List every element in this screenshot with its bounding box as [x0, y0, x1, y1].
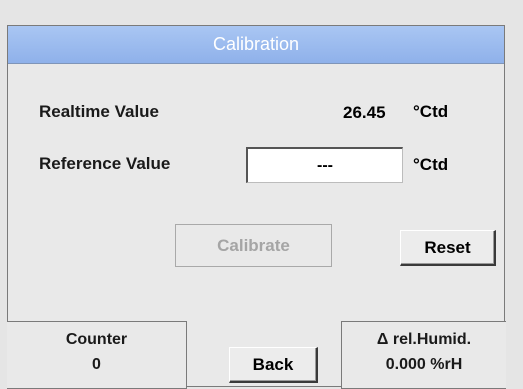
reference-value-label: Reference Value: [39, 154, 171, 173]
counter-box: Counter 0: [7, 321, 187, 389]
humidity-value: 0.000 %rH: [385, 356, 463, 373]
humidity-box: Δ rel.Humid. 0.000 %rH: [341, 321, 506, 389]
calibration-dialog: Calibration Realtime Value 26.45 °Ctd Re…: [7, 25, 506, 389]
counter-value: 0: [92, 356, 101, 373]
humidity-label: Δ rel.Humid.: [376, 331, 472, 348]
reference-unit: °Ctd: [413, 155, 449, 174]
reference-value-input[interactable]: ---: [246, 147, 403, 183]
counter-label: Counter: [65, 331, 128, 348]
calibrate-button[interactable]: Calibrate: [175, 224, 332, 267]
screen-frame: Calibration Realtime Value 26.45 °Ctd Re…: [0, 0, 523, 389]
realtime-value-label: Realtime Value: [39, 102, 160, 121]
reset-button[interactable]: Reset: [400, 230, 496, 266]
realtime-value: 26.45: [343, 103, 386, 122]
realtime-unit: °Ctd: [413, 102, 449, 121]
dialog-title: Calibration: [8, 26, 504, 64]
back-button[interactable]: Back: [229, 347, 318, 383]
